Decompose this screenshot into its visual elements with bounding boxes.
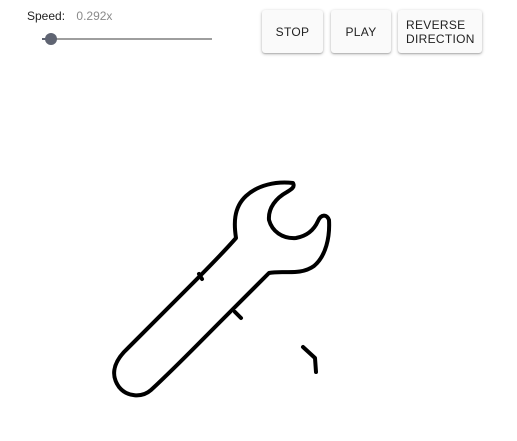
drawing-canvas (112, 180, 332, 398)
speed-slider[interactable] (42, 30, 212, 48)
speed-label: Speed: (27, 9, 66, 23)
stop-button[interactable]: STOP (262, 10, 323, 53)
wrench-icon (112, 180, 332, 398)
wrench-tick-2 (233, 310, 243, 320)
wrench-tick-1 (197, 272, 204, 281)
slider-track[interactable] (42, 38, 212, 40)
speed-value: 0.292x (76, 9, 113, 23)
wrench-fragment (301, 345, 318, 374)
wrench-outline (112, 180, 332, 398)
play-button[interactable]: PLAY (331, 10, 391, 53)
speed-control: Speed: 0.292x (27, 9, 112, 23)
reverse-direction-button[interactable]: REVERSE DIRECTION (398, 10, 482, 53)
slider-thumb[interactable] (45, 33, 57, 45)
